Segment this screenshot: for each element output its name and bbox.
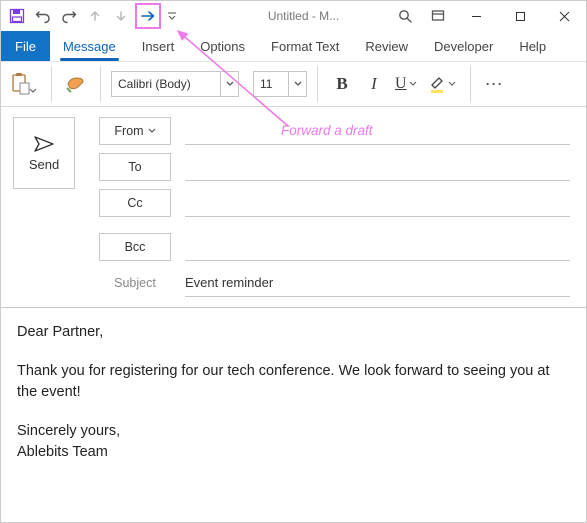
body-greeting: Dear Partner, <box>17 322 570 343</box>
maximize-button[interactable] <box>498 1 542 31</box>
format-painter-button[interactable] <box>62 67 90 101</box>
titlebar: Untitled - M... <box>1 1 586 31</box>
chevron-down-icon[interactable] <box>220 72 238 96</box>
bold-button[interactable]: B <box>328 67 356 101</box>
previous-item-icon <box>83 4 107 28</box>
next-item-icon <box>109 4 133 28</box>
body-paragraph: Thank you for registering for our tech c… <box>17 361 570 403</box>
message-body[interactable]: Dear Partner, Thank you for registering … <box>1 308 586 477</box>
qat-customize-icon[interactable] <box>163 4 181 28</box>
font-size-combo[interactable]: 11 <box>253 71 307 97</box>
titlebar-right <box>388 1 586 31</box>
close-button[interactable] <box>542 1 586 31</box>
to-button[interactable]: To <box>99 153 171 181</box>
from-field[interactable] <box>185 117 570 145</box>
tab-developer[interactable]: Developer <box>421 31 506 61</box>
chevron-down-icon <box>148 127 156 135</box>
font-name-combo[interactable]: Calibri (Body) <box>111 71 239 97</box>
cc-button[interactable]: Cc <box>99 189 171 217</box>
search-icon[interactable] <box>388 1 422 31</box>
send-icon <box>33 135 55 153</box>
italic-button[interactable]: I <box>360 67 388 101</box>
ribbon-display-icon[interactable] <box>422 1 454 31</box>
body-closing: Sincerely yours, <box>17 421 570 442</box>
minimize-button[interactable] <box>454 1 498 31</box>
bcc-field[interactable] <box>185 233 570 261</box>
underline-button[interactable]: U <box>392 67 421 101</box>
bcc-button[interactable]: Bcc <box>99 233 171 261</box>
more-commands-button[interactable]: ⋯ <box>481 67 509 101</box>
tab-options[interactable]: Options <box>187 31 258 61</box>
tab-format-text[interactable]: Format Text <box>258 31 352 61</box>
ribbon-tabs: File Message Insert Options Format Text … <box>1 31 586 61</box>
undo-icon[interactable] <box>31 4 55 28</box>
save-icon[interactable] <box>5 4 29 28</box>
ribbon: Calibri (Body) 11 B I U ⋯ <box>1 61 586 107</box>
forward-draft-icon[interactable] <box>135 3 161 29</box>
subject-field[interactable]: Event reminder <box>185 269 570 297</box>
highlight-button[interactable] <box>425 67 460 101</box>
body-signature: Ablebits Team <box>17 442 570 463</box>
chevron-down-icon[interactable] <box>288 72 306 96</box>
font-size-value: 11 <box>254 77 288 91</box>
to-field[interactable] <box>185 153 570 181</box>
redo-icon[interactable] <box>57 4 81 28</box>
tab-insert[interactable]: Insert <box>129 31 188 61</box>
cc-field[interactable] <box>185 189 570 217</box>
tab-review[interactable]: Review <box>352 31 421 61</box>
send-button[interactable]: Send <box>13 117 75 189</box>
quick-access-toolbar <box>1 3 181 29</box>
tab-help[interactable]: Help <box>506 31 559 61</box>
font-name-value: Calibri (Body) <box>112 77 220 91</box>
from-button[interactable]: From <box>99 117 171 145</box>
tab-file[interactable]: File <box>1 31 50 61</box>
subject-label: Subject <box>99 270 171 296</box>
tab-message[interactable]: Message <box>50 31 129 61</box>
compose-area: Send From To Cc Bcc Subject Event remind… <box>1 107 586 308</box>
paste-button[interactable] <box>7 67 41 101</box>
send-label: Send <box>29 157 59 172</box>
